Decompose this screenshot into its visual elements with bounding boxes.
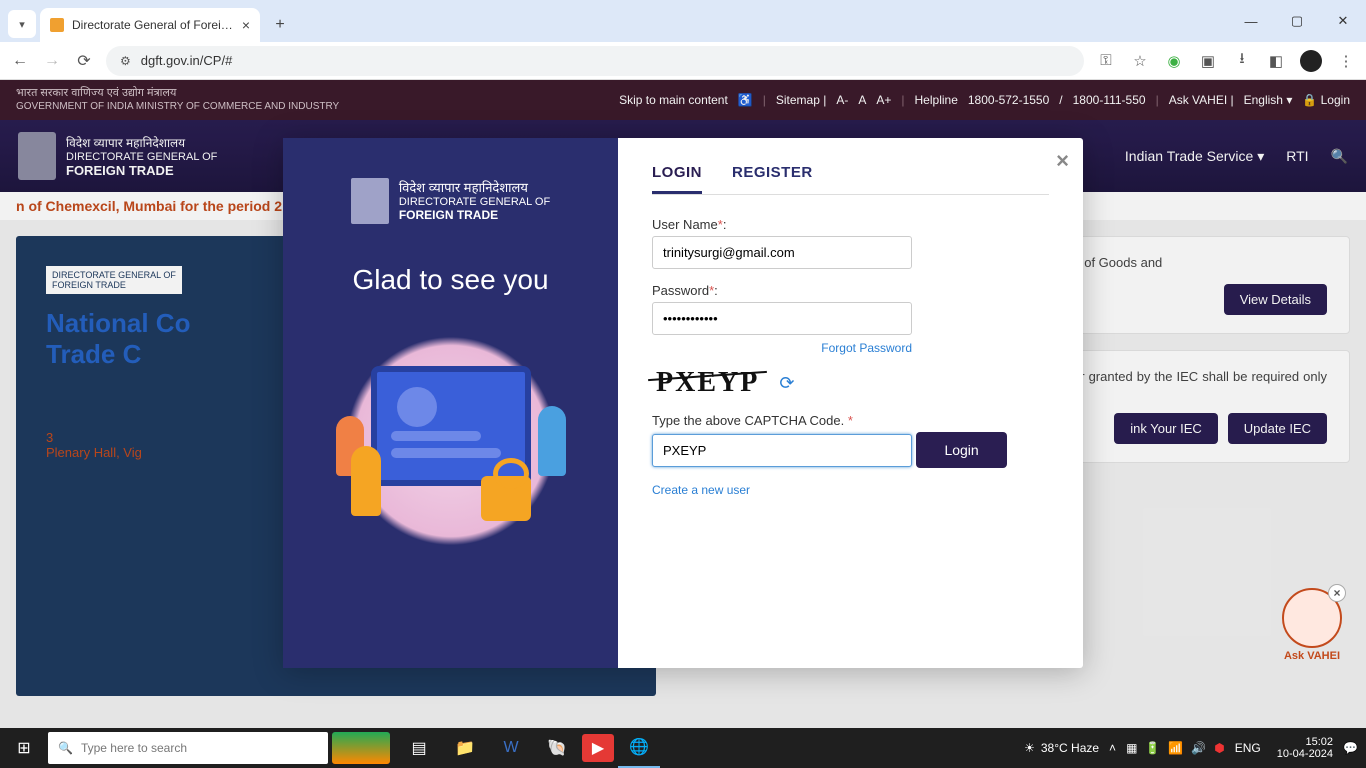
site-info-icon[interactable]: ⚙ — [120, 54, 131, 68]
reload-button[interactable]: ⟳ — [74, 51, 94, 71]
forgot-password-link[interactable]: Forgot Password — [652, 341, 912, 355]
tray-language[interactable]: ENG — [1235, 741, 1261, 755]
tab-register[interactable]: REGISTER — [732, 164, 813, 194]
favicon — [50, 18, 64, 32]
tray-icons: ▦ 🔋 📶 🔊 ⬢ — [1126, 741, 1225, 755]
password-input[interactable] — [652, 302, 912, 335]
tray-icon[interactable]: ▦ — [1126, 741, 1137, 755]
tray-network-icon[interactable]: 📶 — [1168, 741, 1183, 755]
login-modal: × विदेश व्यापार महानिदेशालय DIRECTORATE … — [283, 138, 1083, 668]
window-close-button[interactable]: ✕ — [1320, 0, 1366, 42]
extension-icon[interactable]: ◉ — [1164, 51, 1184, 71]
app-icon-1[interactable]: 🐚 — [536, 728, 578, 768]
tab-login[interactable]: LOGIN — [652, 164, 702, 194]
task-view-icon[interactable]: ▤ — [398, 728, 440, 768]
tab-search-button[interactable]: ▾ — [8, 10, 36, 38]
forward-button[interactable]: → — [42, 52, 62, 70]
window-minimize-button[interactable]: — — [1228, 0, 1274, 42]
tab-close-icon[interactable]: × — [242, 17, 250, 33]
weather-widget[interactable]: ☀ 38°C Haze — [1024, 741, 1099, 755]
tray-battery-icon[interactable]: 🔋 — [1145, 741, 1160, 755]
password-label: Password*: — [652, 283, 1049, 298]
browser-toolbar: ← → ⟳ ⚙ dgft.gov.in/CP/# ⚿ ☆ ◉ ▣ ⭳ ◧ ⋮ — [0, 42, 1366, 80]
address-bar[interactable]: ⚙ dgft.gov.in/CP/# — [106, 46, 1084, 76]
search-icon: 🔍 — [58, 741, 73, 755]
modal-right-panel: LOGIN REGISTER User Name*: Password*: Fo… — [618, 138, 1083, 668]
username-label: User Name*: — [652, 217, 1049, 232]
clock-date: 10-04-2024 — [1277, 748, 1333, 760]
modal-brand-en1: DIRECTORATE GENERAL OF — [399, 196, 550, 208]
profile-avatar[interactable] — [1300, 50, 1322, 72]
windows-taskbar: ⊞ 🔍 Type here to search ▤ 📁 W 🐚 ▶ 🌐 ☀ 38… — [0, 728, 1366, 768]
captcha-input[interactable] — [652, 434, 912, 467]
login-illustration — [321, 326, 581, 556]
back-button[interactable]: ← — [10, 52, 30, 70]
auth-tabs: LOGIN REGISTER — [652, 164, 1049, 195]
system-tray: ☀ 38°C Haze ˄ ▦ 🔋 📶 🔊 ⬢ ENG 15:02 10-04-… — [1024, 736, 1366, 760]
captcha-image: PXEYP — [652, 367, 763, 399]
chatbot-close-icon[interactable]: × — [1328, 584, 1346, 602]
browser-menu-icon[interactable]: ⋮ — [1336, 51, 1356, 71]
taskbar-apps: ▤ 📁 W 🐚 ▶ 🌐 — [398, 728, 660, 768]
modal-brand-hi: विदेश व्यापार महानिदेशालय — [399, 178, 550, 196]
modal-left-panel: विदेश व्यापार महानिदेशालय DIRECTORATE GE… — [283, 138, 618, 668]
window-controls: — ▢ ✕ — [1228, 0, 1366, 42]
modal-welcome-text: Glad to see you — [352, 264, 548, 296]
anydesk-icon[interactable]: ▶ — [582, 734, 614, 762]
search-placeholder: Type here to search — [81, 741, 187, 755]
url-text: dgft.gov.in/CP/# — [141, 53, 233, 68]
notifications-icon[interactable]: 💬 — [1343, 741, 1358, 755]
side-panel-icon[interactable]: ◧ — [1266, 51, 1286, 71]
clock-time: 15:02 — [1277, 736, 1333, 748]
chatbot-widget[interactable]: × Ask VAHEI — [1282, 588, 1342, 662]
tray-chevron-icon[interactable]: ˄ — [1109, 741, 1116, 755]
browser-tab-active[interactable]: Directorate General of Foreign × — [40, 8, 260, 42]
captcha-refresh-icon[interactable]: ⟳ — [779, 373, 794, 394]
browser-tab-strip: ▾ Directorate General of Foreign × + — [0, 0, 1366, 42]
username-input[interactable] — [652, 236, 912, 269]
tab-title: Directorate General of Foreign — [72, 18, 234, 32]
downloads-icon[interactable]: ⭳ — [1232, 51, 1252, 71]
modal-emblem-icon — [351, 178, 389, 224]
taskbar-clock[interactable]: 15:02 10-04-2024 — [1277, 736, 1333, 760]
modal-brand-en2: FOREIGN TRADE — [399, 208, 550, 222]
toolbar-actions: ⚿ ☆ ◉ ▣ ⭳ ◧ ⋮ — [1096, 50, 1356, 72]
chrome-icon[interactable]: 🌐 — [618, 728, 660, 768]
tray-security-icon[interactable]: ⬢ — [1214, 741, 1224, 755]
taskbar-search[interactable]: 🔍 Type here to search — [48, 732, 328, 764]
page-viewport: भारत सरकार वाणिज्य एवं उद्योग मंत्रालय G… — [0, 80, 1366, 728]
word-icon[interactable]: W — [490, 728, 532, 768]
captcha-row: PXEYP ⟳ — [652, 367, 1049, 399]
chatbot-label: Ask VAHEI — [1282, 650, 1342, 662]
login-submit-button[interactable]: Login — [916, 432, 1006, 468]
window-maximize-button[interactable]: ▢ — [1274, 0, 1320, 42]
tray-volume-icon[interactable]: 🔊 — [1191, 741, 1206, 755]
start-button[interactable]: ⊞ — [0, 738, 48, 758]
modal-overlay: × विदेश व्यापार महानिदेशालय DIRECTORATE … — [0, 80, 1366, 728]
extensions-puzzle-icon[interactable]: ▣ — [1198, 51, 1218, 71]
new-tab-button[interactable]: + — [266, 11, 294, 39]
file-explorer-icon[interactable]: 📁 — [444, 728, 486, 768]
bookmark-star-icon[interactable]: ☆ — [1130, 51, 1150, 71]
chatbot-avatar-icon: × — [1282, 588, 1342, 648]
password-key-icon[interactable]: ⚿ — [1096, 51, 1116, 71]
taskbar-widget-icon[interactable] — [332, 732, 390, 764]
captcha-label: Type the above CAPTCHA Code. * — [652, 413, 1049, 428]
create-user-link[interactable]: Create a new user — [652, 483, 750, 497]
